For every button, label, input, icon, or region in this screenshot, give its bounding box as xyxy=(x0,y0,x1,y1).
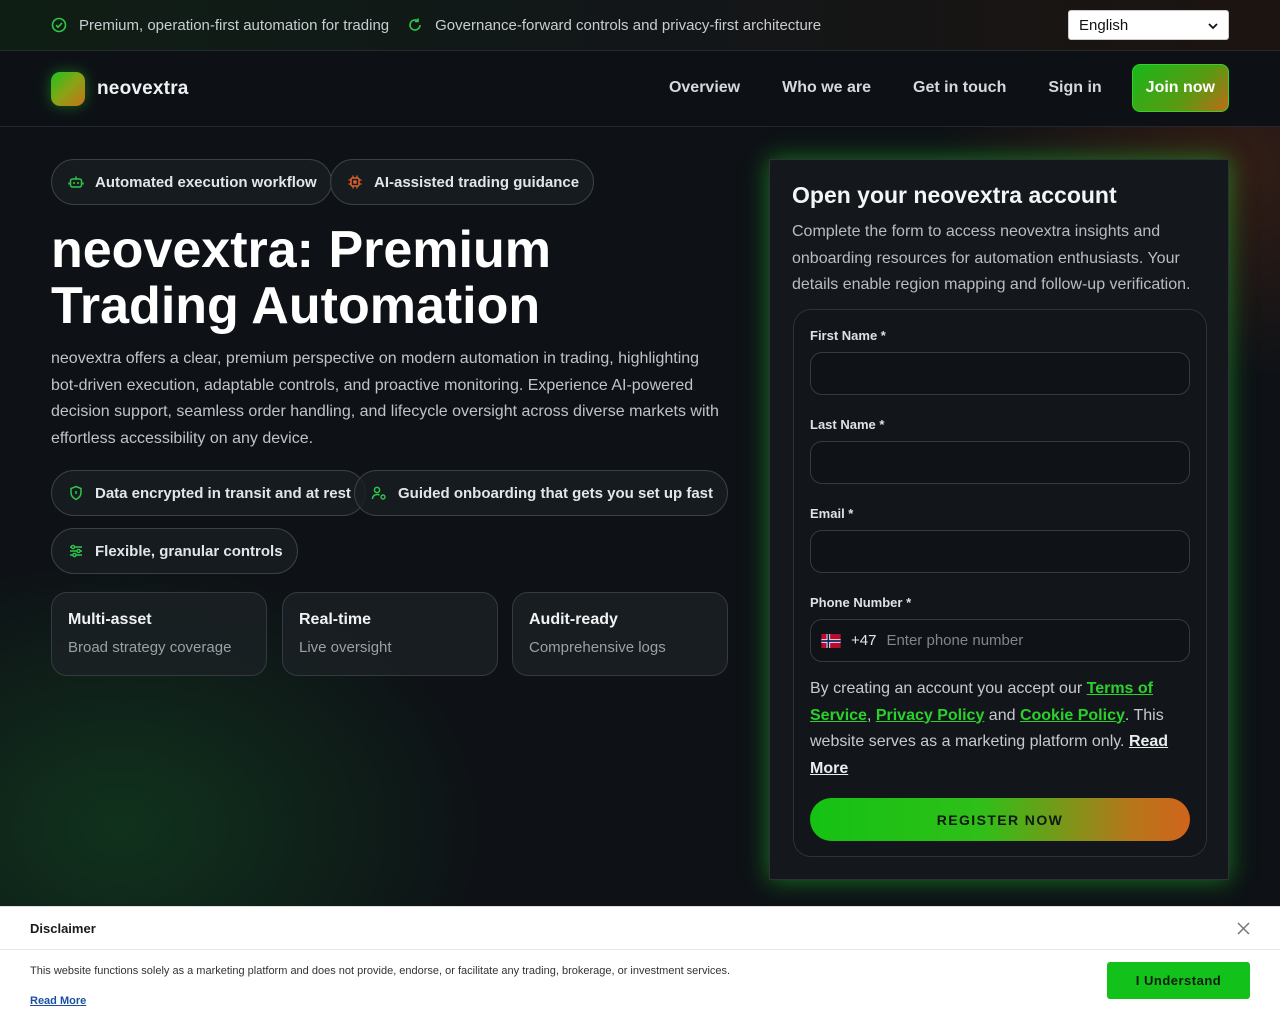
signup-form: First Name * Last Name * Email * Phone N… xyxy=(793,309,1207,857)
stat-title: Multi-asset xyxy=(68,611,152,628)
sliders-icon xyxy=(68,543,84,559)
nav-get-in-touch[interactable]: Get in touch xyxy=(913,79,1006,97)
top-announcement-bar: Premium, operation-first automation for … xyxy=(0,0,1280,51)
stat-title: Audit-ready xyxy=(529,611,618,628)
badge-encryption: Data encrypted in transit and at rest xyxy=(51,470,366,516)
close-icon[interactable] xyxy=(1237,922,1250,935)
announcement-governance: Governance-forward controls and privacy-… xyxy=(407,17,821,34)
stat-subtitle: Live oversight xyxy=(299,639,392,656)
announcement-operation: Premium, operation-first automation for … xyxy=(51,17,389,34)
brand-logo-icon[interactable] xyxy=(51,71,85,106)
nav-overview[interactable]: Overview xyxy=(669,79,740,97)
first-name-input[interactable] xyxy=(810,352,1190,395)
hero-description: neovextra offers a clear, premium perspe… xyxy=(51,350,719,447)
cookie-link[interactable]: Cookie Policy xyxy=(1020,707,1125,724)
pill-label: AI-assisted trading guidance xyxy=(374,173,580,191)
legal-consent-text: By creating an account you accept our Te… xyxy=(810,676,1190,782)
robot-icon xyxy=(68,174,84,190)
language-value: English xyxy=(1079,16,1129,34)
nav-links: Overview Who we are Get in touch Sign in… xyxy=(627,64,1229,112)
phone-country-code[interactable]: +47 xyxy=(851,632,876,649)
phone-input[interactable]: +47 Enter phone number xyxy=(810,619,1190,662)
stat-card-audit-ready: Audit-ready Comprehensive logs xyxy=(512,592,728,676)
pill-label: Automated execution workflow xyxy=(95,173,317,191)
feature-pill-ai-guidance: AI-assisted trading guidance xyxy=(330,159,595,205)
disclaimer-read-more-link[interactable]: Read More xyxy=(30,995,86,1007)
nav-sign-in[interactable]: Sign in xyxy=(1048,79,1101,97)
main-navigation: neovextra Overview Who we are Get in tou… xyxy=(0,51,1280,127)
norway-flag-icon[interactable] xyxy=(821,633,841,648)
phone-placeholder: Enter phone number xyxy=(886,632,1024,649)
join-now-button[interactable]: Join now xyxy=(1131,64,1229,112)
language-select[interactable]: English xyxy=(1068,10,1229,40)
check-badge-icon xyxy=(51,17,67,33)
email-label: Email * xyxy=(810,506,854,521)
disclaimer-text: This website functions solely as a marke… xyxy=(30,965,731,977)
announcement-text: Governance-forward controls and privacy-… xyxy=(435,16,822,34)
privacy-link[interactable]: Privacy Policy xyxy=(876,707,985,724)
legal-text: and xyxy=(984,706,1020,724)
signup-title: Open your neovextra account xyxy=(792,182,1117,208)
badge-label: Flexible, granular controls xyxy=(95,542,283,560)
disclaimer-banner: Disclaimer This website functions solely… xyxy=(0,906,1280,1024)
feature-pill-automated-execution: Automated execution workflow xyxy=(51,159,332,205)
first-name-label: First Name * xyxy=(810,328,886,343)
phone-label: Phone Number * xyxy=(810,595,912,610)
signup-description: Complete the form to access neovextra in… xyxy=(792,223,1191,293)
stat-title: Real-time xyxy=(299,611,372,628)
badge-label: Data encrypted in transit and at rest xyxy=(95,484,351,502)
badge-label: Guided onboarding that gets you set up f… xyxy=(398,484,714,502)
chevron-down-icon xyxy=(1208,17,1218,34)
refresh-shield-icon xyxy=(407,17,423,33)
stat-card-multi-asset: Multi-asset Broad strategy coverage xyxy=(51,592,267,676)
cpu-chip-icon xyxy=(347,174,363,190)
legal-text: By creating an account you accept our xyxy=(810,680,1087,697)
page-title: neovextra: Premium Trading Automation xyxy=(51,221,551,335)
stat-subtitle: Comprehensive logs xyxy=(529,639,666,656)
brand-name[interactable]: neovextra xyxy=(97,78,189,100)
badge-controls: Flexible, granular controls xyxy=(51,528,298,574)
email-input[interactable] xyxy=(810,530,1190,573)
announcement-text: Premium, operation-first automation for … xyxy=(79,16,390,34)
i-understand-button[interactable]: I Understand xyxy=(1107,962,1250,999)
stat-card-real-time: Real-time Live oversight xyxy=(282,592,498,676)
last-name-label: Last Name * xyxy=(810,417,885,432)
user-gear-icon xyxy=(371,485,387,501)
disclaimer-title: Disclaimer xyxy=(0,907,1280,950)
shield-icon xyxy=(68,485,84,501)
legal-text: , xyxy=(866,706,876,724)
badge-onboarding: Guided onboarding that gets you set up f… xyxy=(354,470,729,516)
register-now-button[interactable]: REGISTER NOW xyxy=(810,798,1190,841)
nav-who-we-are[interactable]: Who we are xyxy=(782,79,871,97)
last-name-input[interactable] xyxy=(810,441,1190,484)
stat-subtitle: Broad strategy coverage xyxy=(68,639,232,656)
signup-card: Open your neovextra account Complete the… xyxy=(769,159,1229,880)
